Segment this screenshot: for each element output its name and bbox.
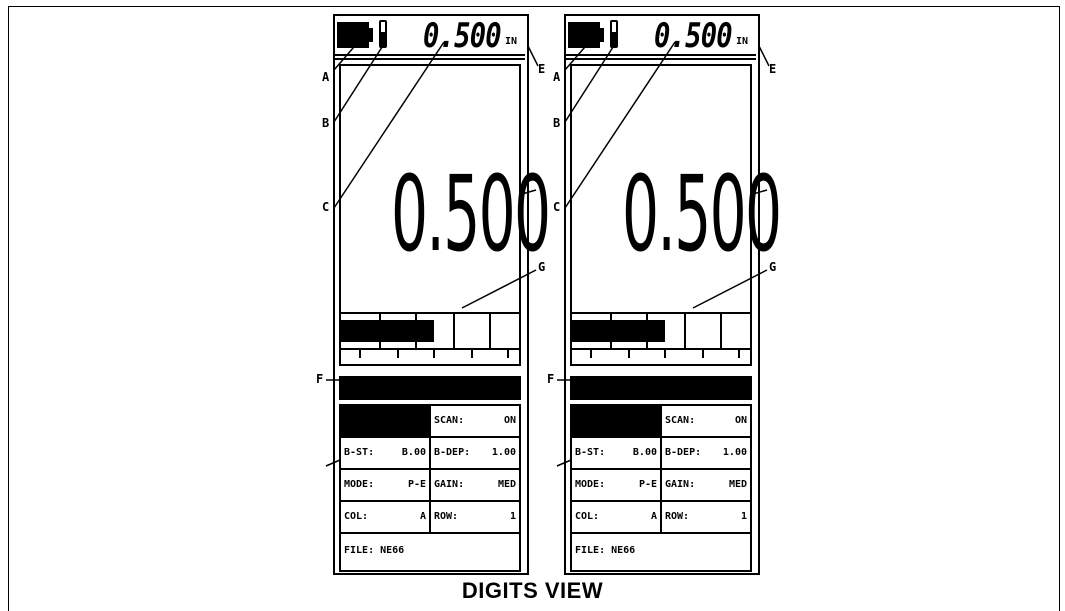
leader-b: [333, 43, 385, 123]
callout-f: F: [547, 372, 555, 386]
leader-e: [527, 45, 539, 67]
callout-e: E: [538, 62, 546, 76]
callout-g: G: [769, 260, 777, 274]
figure-caption: DIGITS VIEW: [461, 578, 604, 603]
leader-d: [521, 189, 537, 195]
callout-leaders: [325, 39, 770, 467]
leader-g: [461, 269, 537, 309]
callout-a: A: [553, 70, 561, 84]
callout-c: C: [553, 200, 561, 214]
leader-h: [325, 459, 341, 467]
callout-e: E: [769, 62, 777, 76]
callout-c: C: [322, 200, 330, 214]
callout-f: F: [316, 372, 324, 386]
leader-a: [333, 39, 361, 71]
callout-b: B: [322, 116, 330, 130]
callout-a: A: [322, 70, 330, 84]
callout-b: B: [553, 116, 561, 130]
callout-g: G: [538, 260, 546, 274]
leader-c: [333, 41, 445, 209]
